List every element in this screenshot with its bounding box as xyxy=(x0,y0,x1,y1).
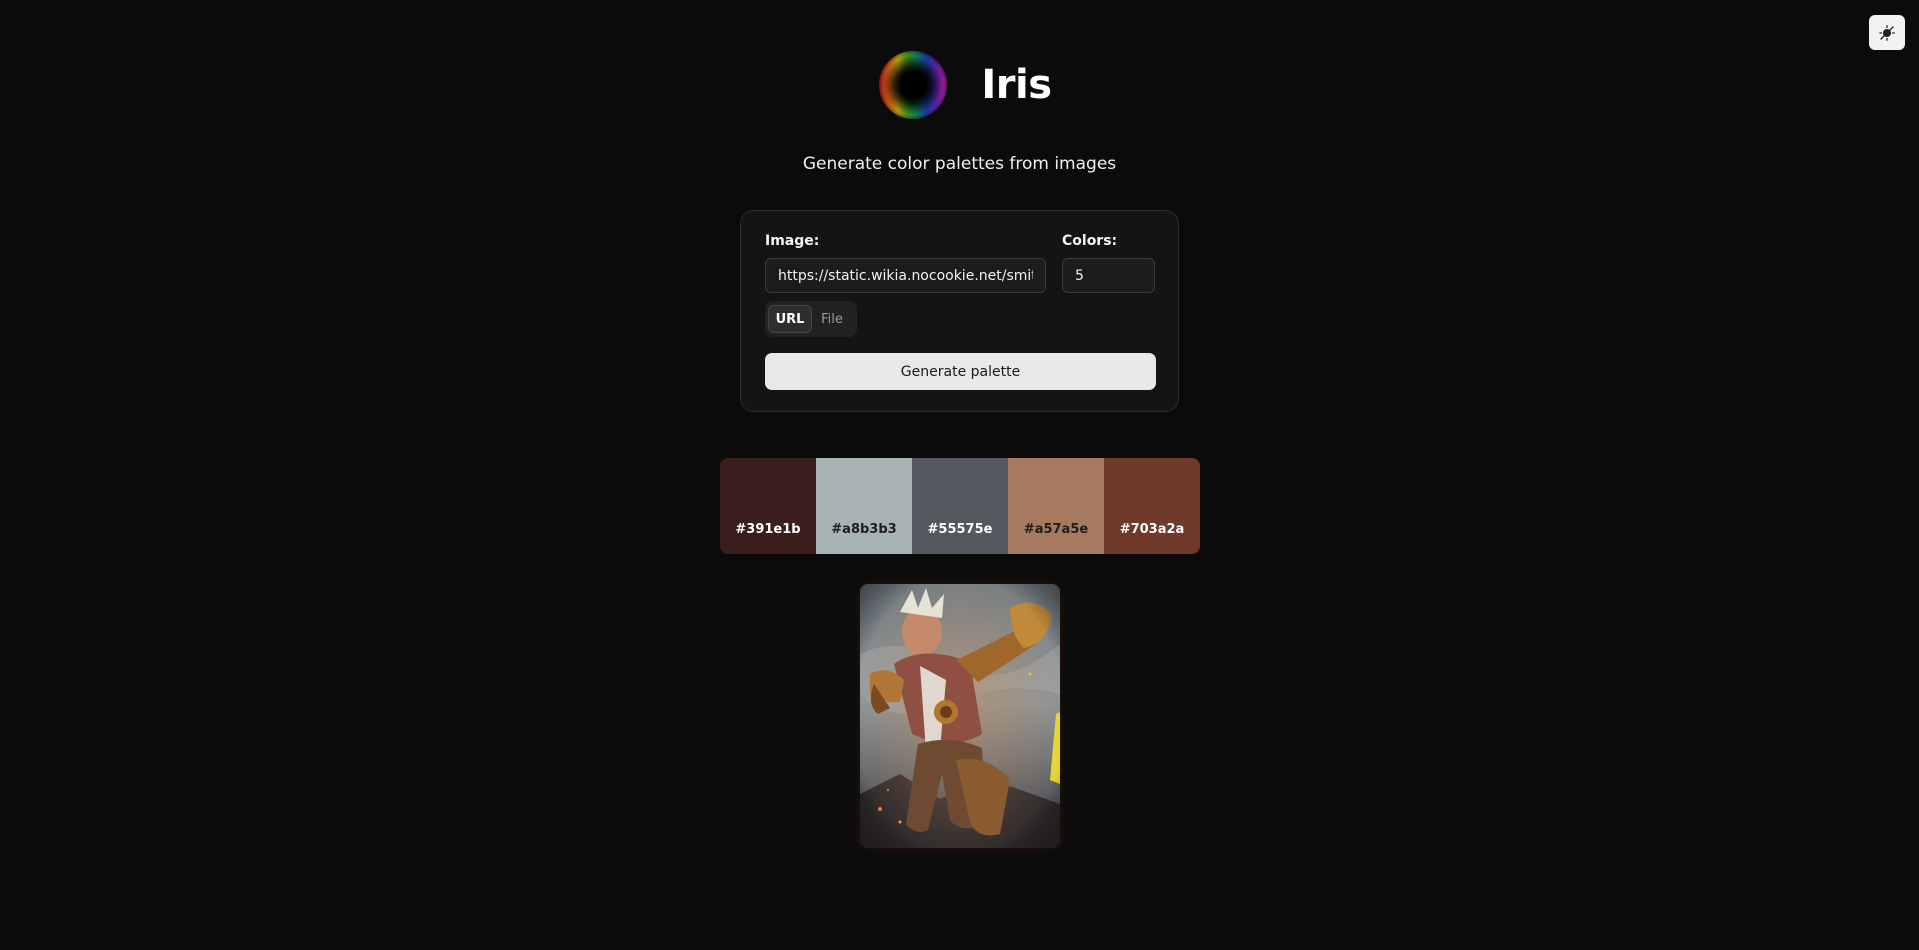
palette-form-card: Image: Colors: URL File Generate palette xyxy=(740,210,1179,412)
palette-swatch[interactable]: #a57a5e xyxy=(1008,458,1104,554)
generate-palette-button[interactable]: Generate palette xyxy=(765,353,1156,390)
colors-count-input[interactable] xyxy=(1062,258,1155,293)
armored-warrior-artwork xyxy=(860,584,1060,848)
source-toggle: URL File xyxy=(765,301,857,337)
swatch-hex-label: #55575e xyxy=(927,522,993,537)
color-palette: #391e1b #a8b3b3 #55575e #a57a5e #703a2a xyxy=(720,458,1200,554)
palette-swatch[interactable]: #a8b3b3 xyxy=(816,458,912,554)
source-image-preview xyxy=(860,584,1060,848)
image-label: Image: xyxy=(765,233,820,249)
tab-file[interactable]: File xyxy=(812,305,852,333)
header: Iris xyxy=(0,50,1919,120)
palette-swatch[interactable]: #703a2a xyxy=(1104,458,1200,554)
swatch-hex-label: #391e1b xyxy=(735,522,801,537)
app-title: Iris xyxy=(981,62,1052,108)
theme-toggle-icon xyxy=(1879,24,1895,41)
image-url-input[interactable] xyxy=(765,258,1046,293)
rainbow-iris-logo-icon xyxy=(879,51,948,119)
palette-swatch[interactable]: #391e1b xyxy=(720,458,816,554)
swatch-hex-label: #a57a5e xyxy=(1023,522,1089,537)
palette-swatch[interactable]: #55575e xyxy=(912,458,1008,554)
swatch-hex-label: #703a2a xyxy=(1119,522,1185,537)
tab-url[interactable]: URL xyxy=(768,305,812,333)
page: Iris Generate color palettes from images… xyxy=(0,0,1919,950)
theme-toggle-button[interactable] xyxy=(1869,15,1905,50)
colors-label: Colors: xyxy=(1062,233,1118,249)
swatch-hex-label: #a8b3b3 xyxy=(831,522,897,537)
app-subtitle: Generate color palettes from images xyxy=(802,154,1117,174)
